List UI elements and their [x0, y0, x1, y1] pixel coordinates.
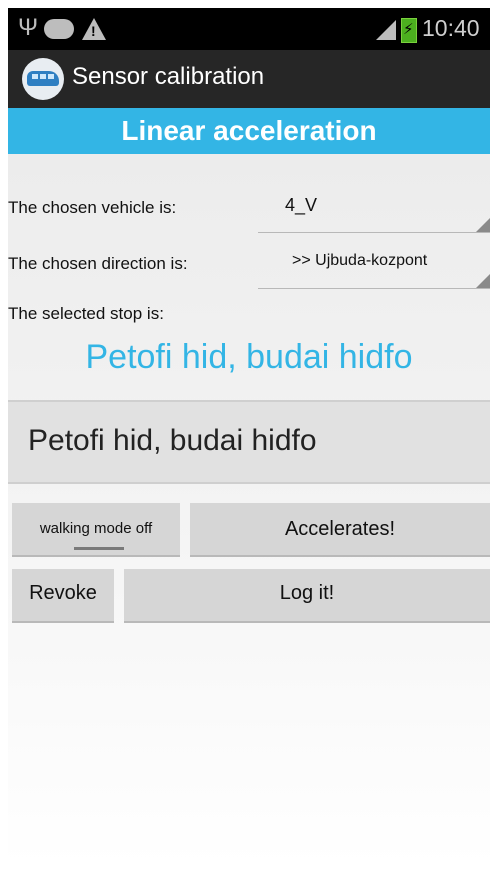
direction-value: >> Ujbuda-kozpont: [292, 252, 428, 269]
selected-stop-display: Petofi hid, budai hidfo: [85, 338, 413, 376]
stop-input-field[interactable]: Petofi hid, budai hidfo: [8, 400, 490, 484]
cloud-icon: [44, 19, 74, 39]
charging-icon: ⚡: [403, 21, 414, 38]
walking-mode-toggle[interactable]: walking mode off: [12, 503, 180, 557]
stop-label: The selected stop is:: [8, 304, 164, 323]
clock: 10:40: [422, 15, 480, 41]
log-it-label: Log it!: [279, 582, 335, 604]
vehicle-spinner[interactable]: 4_V: [258, 188, 490, 233]
revoke-button[interactable]: Revoke: [12, 569, 114, 623]
accelerates-button[interactable]: Accelerates!: [190, 503, 490, 557]
direction-label: The chosen direction is:: [8, 254, 188, 273]
usb-icon: Ψ: [18, 14, 39, 41]
action-bar: Sensor calibration: [8, 50, 490, 108]
app-screen: Ψ ! ⚡ 10:40 Sensor calibration Linear ac…: [8, 8, 490, 866]
toggle-indicator: [74, 547, 124, 550]
spinner-arrow-icon: [476, 218, 490, 232]
signal-icon: [376, 20, 396, 40]
warning-mark: !: [91, 23, 96, 39]
vehicle-label: The chosen vehicle is:: [8, 198, 177, 217]
walking-mode-label: walking mode off: [39, 520, 153, 537]
log-it-button[interactable]: Log it!: [124, 569, 490, 623]
tram-app-icon[interactable]: [22, 58, 64, 100]
section-banner: Linear acceleration: [8, 108, 490, 154]
spinner-arrow-icon: [476, 274, 490, 288]
stop-input-value: Petofi hid, budai hidfo: [28, 424, 317, 457]
page-title: Sensor calibration: [72, 63, 265, 90]
vehicle-value: 4_V: [285, 195, 318, 215]
revoke-label: Revoke: [29, 582, 97, 604]
accelerates-label: Accelerates!: [284, 518, 396, 540]
direction-spinner[interactable]: >> Ujbuda-kozpont: [258, 244, 490, 289]
status-bar: Ψ ! ⚡ 10:40: [8, 8, 490, 50]
